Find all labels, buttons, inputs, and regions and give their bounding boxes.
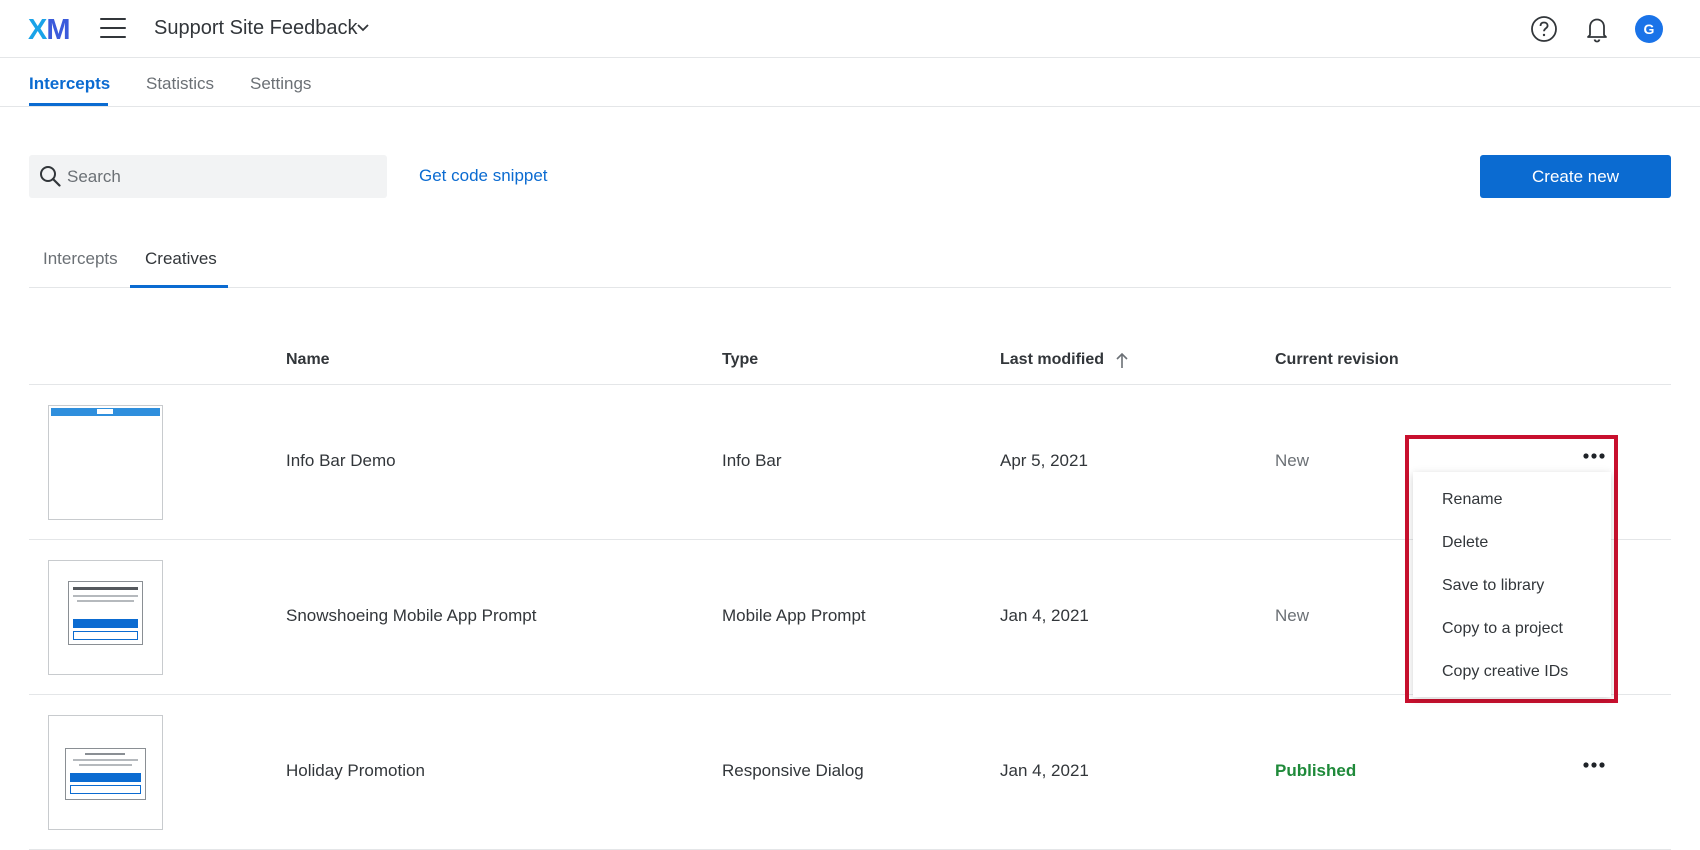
menu-icon[interactable] <box>100 18 126 38</box>
row-name[interactable]: Holiday Promotion <box>286 761 425 781</box>
column-header-name[interactable]: Name <box>286 351 330 369</box>
row-modified: Jan 4, 2021 <box>1000 606 1089 625</box>
sort-ascending-icon[interactable] <box>1114 351 1130 369</box>
more-options-icon[interactable] <box>1582 758 1606 772</box>
active-tab-indicator <box>29 103 108 106</box>
project-name[interactable]: Support Site Feedback <box>154 17 357 40</box>
column-header-last-modified[interactable]: Last modified <box>1000 351 1104 369</box>
subtab-intercepts[interactable]: Intercepts <box>43 249 118 269</box>
menu-item-save-to-library[interactable]: Save to library <box>1442 577 1544 595</box>
row-modified: Apr 5, 2021 <box>1000 451 1088 470</box>
search-box <box>29 155 387 198</box>
nav-tabs: Intercepts Statistics Settings <box>0 58 1700 107</box>
xm-logo[interactable]: XM <box>28 14 71 47</box>
get-code-snippet-link[interactable]: Get code snippet <box>419 166 548 186</box>
row-name[interactable]: Snowshoeing Mobile App Prompt <box>286 606 536 626</box>
search-icon <box>40 166 61 187</box>
creative-thumbnail[interactable] <box>48 405 163 520</box>
tab-settings[interactable]: Settings <box>250 74 311 94</box>
search-input[interactable] <box>65 155 375 198</box>
create-new-button[interactable]: Create new <box>1480 155 1671 198</box>
row-revision: New <box>1275 606 1310 625</box>
avatar[interactable]: G <box>1635 15 1663 43</box>
menu-item-copy-to-project[interactable]: Copy to a project <box>1442 620 1563 638</box>
creative-thumbnail[interactable] <box>48 715 163 830</box>
menu-item-copy-creative-ids[interactable]: Copy creative IDs <box>1442 663 1568 681</box>
row-revision: Published <box>1275 761 1357 780</box>
creative-thumbnail[interactable] <box>48 560 163 675</box>
row-type: Mobile App Prompt <box>722 606 866 625</box>
row-name[interactable]: Info Bar Demo <box>286 451 396 471</box>
chevron-down-icon[interactable] <box>355 20 371 36</box>
row-type: Responsive Dialog <box>722 761 864 780</box>
tab-intercepts[interactable]: Intercepts <box>29 74 110 94</box>
subtab-creatives[interactable]: Creatives <box>145 249 217 269</box>
active-subtab-indicator <box>130 285 228 288</box>
table-row[interactable]: Holiday Promotion Responsive Dialog Jan … <box>29 695 1671 850</box>
row-modified: Jan 4, 2021 <box>1000 761 1089 780</box>
tab-statistics[interactable]: Statistics <box>146 74 214 94</box>
column-header-current-revision[interactable]: Current revision <box>1275 351 1399 369</box>
table-header: Name Type Last modified Current revision <box>29 330 1671 385</box>
row-context-menu: Rename Delete Save to library Copy to a … <box>1413 472 1611 697</box>
top-bar: XM Support Site Feedback G <box>0 0 1700 58</box>
menu-item-delete[interactable]: Delete <box>1442 534 1488 552</box>
bell-icon[interactable] <box>1583 14 1611 44</box>
column-header-type[interactable]: Type <box>722 351 758 369</box>
sub-tabs: Intercepts Creatives <box>29 240 1671 288</box>
row-type: Info Bar <box>722 451 782 470</box>
row-revision: New <box>1275 451 1310 470</box>
menu-item-rename[interactable]: Rename <box>1442 491 1502 509</box>
help-icon[interactable] <box>1530 15 1558 43</box>
